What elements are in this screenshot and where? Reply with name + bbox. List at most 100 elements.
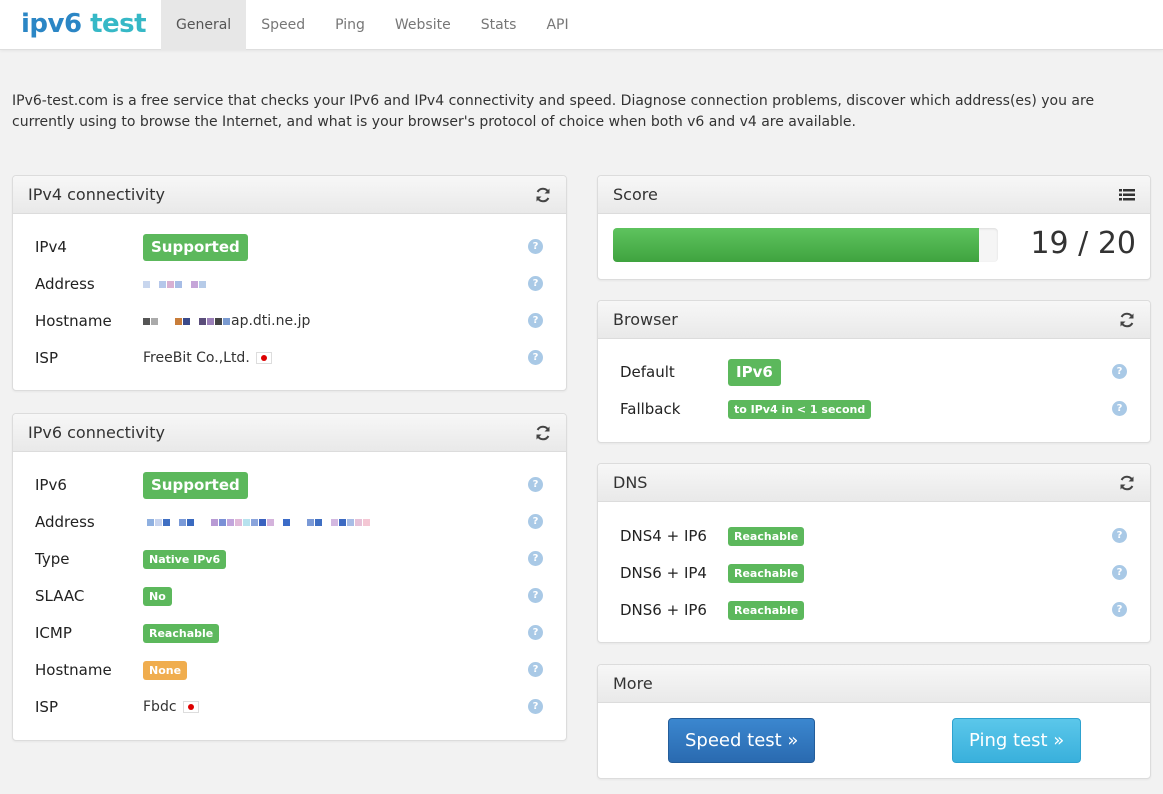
site-logo[interactable]: ipv6 test — [21, 7, 147, 41]
ipv6-row-slaac: SLAAC No ? — [13, 582, 566, 610]
isp-value: Fbdc — [143, 699, 177, 715]
row-value: FreeBit Co.,Ltd. — [143, 344, 272, 372]
redacted-address — [143, 508, 371, 536]
hostname-value: ap.dti.ne.jp — [231, 313, 311, 329]
help-icon[interactable]: ? — [528, 551, 543, 566]
help-icon[interactable]: ? — [528, 350, 543, 365]
help-icon[interactable]: ? — [528, 239, 543, 254]
refresh-icon[interactable] — [534, 186, 552, 204]
panel-heading: Browser — [598, 301, 1150, 339]
help-icon[interactable]: ? — [528, 662, 543, 677]
ipv6-row-isp: ISP Fbdc ? — [13, 693, 566, 721]
row-value: Reachable — [143, 619, 220, 647]
row-label: DNS6 + IP6 — [620, 601, 707, 619]
score-panel: Score 19 / 20 — [597, 175, 1151, 280]
help-icon[interactable]: ? — [528, 477, 543, 492]
help-icon[interactable]: ? — [528, 699, 543, 714]
row-value: Supported — [143, 233, 248, 261]
type-badge: Native IPv6 — [143, 549, 227, 569]
row-value: ap.dti.ne.jp — [143, 307, 310, 335]
tab-website[interactable]: Website — [380, 0, 466, 50]
list-icon[interactable] — [1118, 186, 1136, 204]
row-label: Hostname — [35, 661, 112, 679]
hostname-badge: None — [143, 660, 188, 680]
row-value: Reachable — [728, 522, 805, 550]
icmp-badge: Reachable — [143, 623, 220, 643]
japan-flag-icon — [255, 352, 272, 364]
row-value: Reachable — [728, 596, 805, 624]
fallback-badge: to IPv4 in < 1 second — [728, 399, 872, 419]
slaac-badge: No — [143, 586, 172, 606]
ipv6-row-hostname: Hostname None ? — [13, 656, 566, 684]
refresh-icon[interactable] — [1118, 474, 1136, 492]
panel-title: DNS — [613, 473, 648, 492]
ipv4-row-hostname: Hostname ap.dti.ne.jp ? — [13, 307, 566, 335]
ipv6-row-type: Type Native IPv6 ? — [13, 545, 566, 573]
tab-api[interactable]: API — [531, 0, 583, 50]
logo-part-test: test — [81, 9, 147, 39]
help-icon[interactable]: ? — [1112, 602, 1127, 617]
ping-test-button[interactable]: Ping test » — [952, 718, 1082, 763]
refresh-icon[interactable] — [1118, 311, 1136, 329]
panel-heading: More — [598, 665, 1150, 703]
row-label: Hostname — [35, 312, 112, 330]
tab-ping[interactable]: Ping — [320, 0, 380, 50]
redaction-blocks — [143, 307, 231, 335]
ipv4-row-isp: ISP FreeBit Co.,Ltd. ? — [13, 344, 566, 372]
tab-speed[interactable]: Speed — [246, 0, 320, 50]
status-badge: Supported — [143, 233, 248, 261]
row-label: Type — [35, 550, 70, 568]
panel-heading: DNS — [598, 464, 1150, 502]
panel-title: More — [613, 674, 653, 693]
row-label: DNS6 + IP4 — [620, 564, 707, 582]
tab-general[interactable]: General — [161, 0, 247, 50]
ipv4-panel: IPv4 connectivity IPv4 Supported ? Addre… — [12, 175, 567, 391]
help-icon[interactable]: ? — [1112, 364, 1127, 379]
row-label: Default — [620, 363, 675, 381]
help-icon[interactable]: ? — [528, 276, 543, 291]
row-value: Native IPv6 — [143, 545, 227, 573]
help-icon[interactable]: ? — [528, 588, 543, 603]
row-value: Reachable — [728, 559, 805, 587]
row-label: ISP — [35, 349, 58, 367]
row-label: ISP — [35, 698, 58, 716]
speed-test-button[interactable]: Speed test » — [668, 718, 816, 763]
dns-status-badge: Reachable — [728, 526, 805, 546]
panel-title: IPv4 connectivity — [28, 185, 165, 204]
redaction-blocks — [143, 508, 371, 536]
dns-row-dns4-ip6: DNS4 + IP6 Reachable ? — [598, 522, 1150, 550]
ipv6-row-icmp: ICMP Reachable ? — [13, 619, 566, 647]
help-icon[interactable]: ? — [528, 313, 543, 328]
isp-value: FreeBit Co.,Ltd. — [143, 350, 250, 366]
row-value: to IPv4 in < 1 second — [728, 395, 872, 423]
help-icon[interactable]: ? — [528, 625, 543, 640]
redacted-address — [143, 270, 207, 298]
panel-title: Browser — [613, 310, 678, 329]
row-label: Fallback — [620, 400, 681, 418]
help-icon[interactable]: ? — [1112, 528, 1127, 543]
dns-row-dns6-ip6: DNS6 + IP6 Reachable ? — [598, 596, 1150, 624]
refresh-icon[interactable] — [534, 424, 552, 442]
browser-row-fallback: Fallback to IPv4 in < 1 second ? — [598, 395, 1150, 423]
dns-panel: DNS DNS4 + IP6 Reachable ? DNS6 + IP4 Re… — [597, 463, 1151, 643]
help-icon[interactable]: ? — [1112, 565, 1127, 580]
intro-text: IPv6-test.com is a free service that che… — [12, 93, 1095, 130]
ipv6-row-status: IPv6 Supported ? — [13, 471, 566, 499]
row-label: ICMP — [35, 624, 72, 642]
help-icon[interactable]: ? — [1112, 401, 1127, 416]
row-value: Fbdc — [143, 693, 199, 721]
row-value: IPv6 — [728, 358, 781, 386]
row-label: Address — [35, 513, 95, 531]
panel-title: IPv6 connectivity — [28, 423, 165, 442]
redaction-blocks — [143, 270, 207, 298]
more-panel: More Speed test » Ping test » — [597, 664, 1151, 779]
ipv4-row-address: Address ? — [13, 270, 566, 298]
tab-stats[interactable]: Stats — [466, 0, 532, 50]
row-value: No — [143, 582, 172, 610]
japan-flag-icon — [182, 701, 199, 713]
score-progress — [613, 228, 998, 262]
dns-status-badge: Reachable — [728, 600, 805, 620]
help-icon[interactable]: ? — [528, 514, 543, 529]
row-label: SLAAC — [35, 587, 85, 605]
row-value: Supported — [143, 471, 248, 499]
